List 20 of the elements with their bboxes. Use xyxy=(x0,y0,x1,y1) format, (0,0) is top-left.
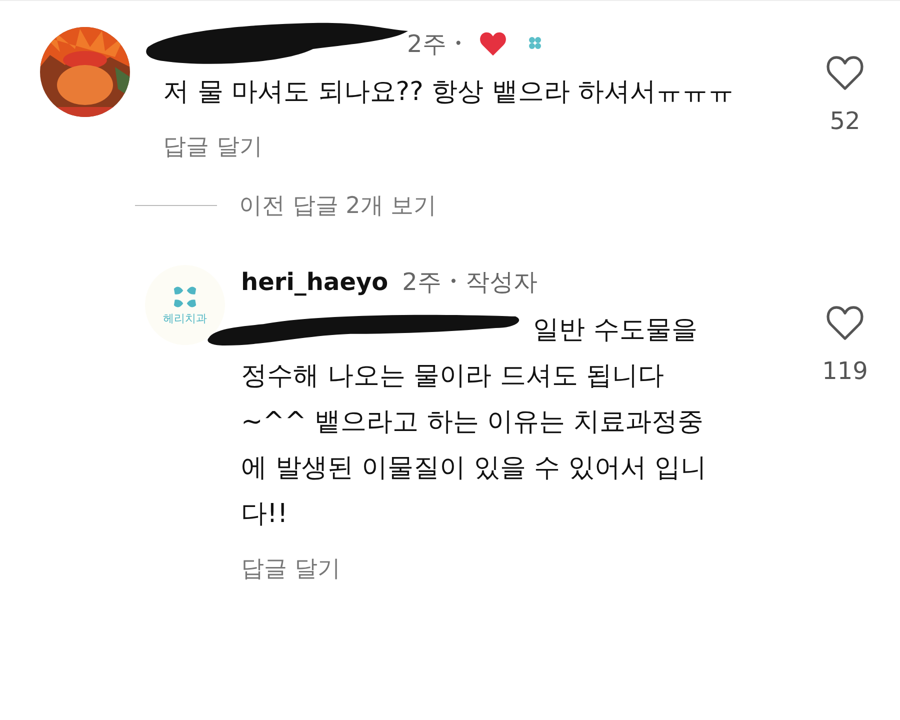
separator-dot: • xyxy=(449,274,458,290)
comment-time: 2주 xyxy=(407,29,446,60)
clover-icon xyxy=(171,284,199,308)
view-replies-link[interactable]: 이전 답글 2개 보기 xyxy=(239,190,437,221)
like-button[interactable] xyxy=(825,305,865,343)
comment-time: 2주 xyxy=(402,267,442,298)
like-button[interactable] xyxy=(825,55,865,93)
separator-dot: • xyxy=(454,36,463,52)
username[interactable]: heri_haeyo xyxy=(241,268,388,296)
like-count: 52 xyxy=(830,107,860,135)
logo-text: 헤리치과 xyxy=(163,310,207,326)
reply-link[interactable]: 답글 달기 xyxy=(163,131,262,162)
heart-icon xyxy=(825,55,865,91)
reply-text: 정수해 나오는 물이라 드셔도 됩니다~^^ 뱉으라고 하는 이유는 치료과정중에 발생된 이물질이 있을 수 있어서 입니다!! xyxy=(241,360,708,531)
reply-link[interactable]: 답글 달기 xyxy=(241,553,340,584)
author-label: 작성자 xyxy=(466,267,538,298)
like-count: 119 xyxy=(822,357,868,385)
reply-text: 일반 수도물을 xyxy=(533,314,698,347)
heart-icon xyxy=(825,305,865,341)
comment-text: 저 물 마셔도 되나요?? 항상 뱉으라 하셔서ㅠㅠㅠ xyxy=(163,76,736,109)
